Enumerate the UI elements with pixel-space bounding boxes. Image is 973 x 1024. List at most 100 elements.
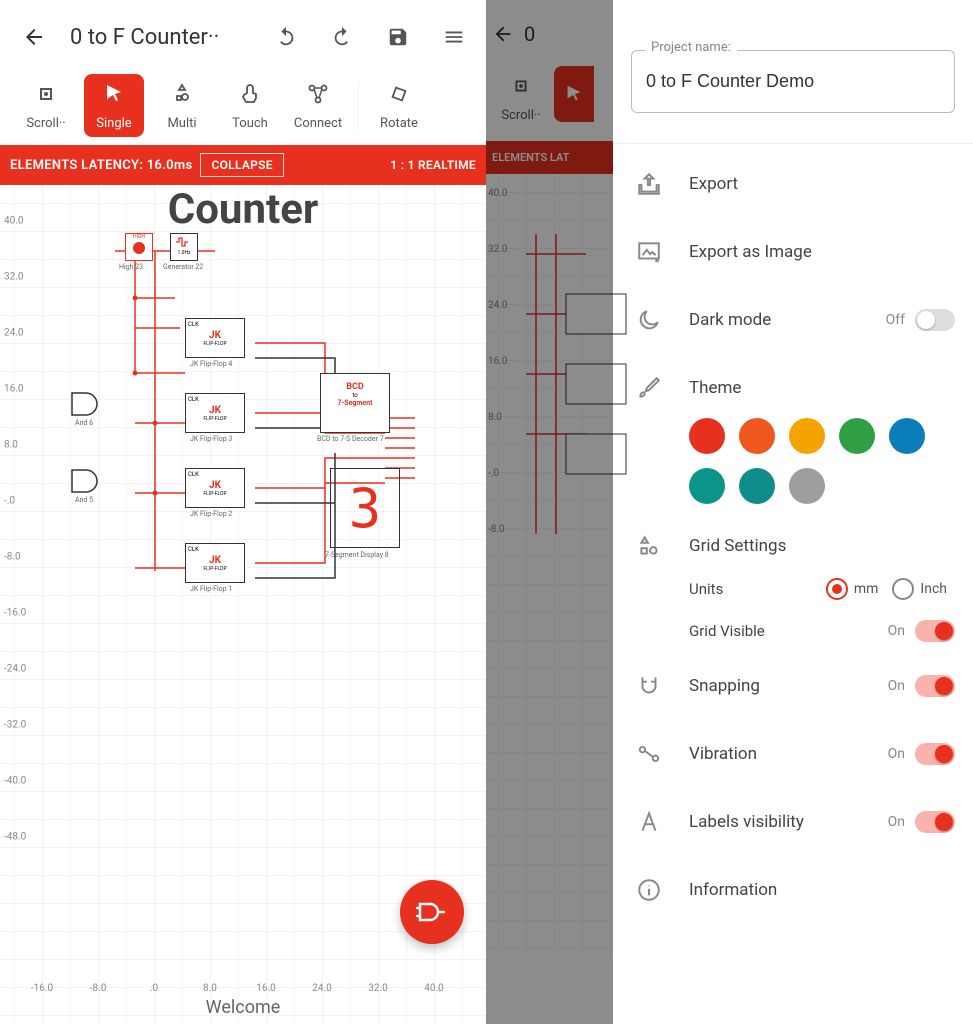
tool-rotate[interactable]: Rotate [365,74,433,137]
cursor-icon [100,80,128,108]
touch-icon [236,80,264,108]
labels-switch[interactable] [915,811,955,833]
export-image-row[interactable]: Export as Image [631,218,955,286]
magnet-icon [631,668,667,704]
tool-toolbar: Scroll·· Single Multi Touch Connect Ro [0,64,486,145]
snapping-state: On [888,678,905,694]
jk-flipflop-1[interactable]: CLKJKFLIP-FLOP [185,543,245,583]
tool-scroll[interactable]: Scroll·· [12,74,80,137]
generator-component[interactable]: 1.0Hz [170,233,198,261]
grid-visible-label: Grid Visible [689,622,888,640]
swatch-amber[interactable] [789,418,825,454]
y-axis: 40.0 32.0 24.0 16.0 8.0 -.0 -8.0 -16.0 -… [0,203,42,984]
export-image-label: Export as Image [689,242,955,262]
vibration-state: On [888,746,905,762]
jk4-label: JK Flip-Flop 4 [190,360,232,368]
jk-flipflop-4[interactable]: CLKJKFLIP-FLOP [185,318,245,358]
welcome-text: Welcome [206,997,281,1018]
jk3-label: JK Flip-Flop 3 [190,435,232,443]
swatch-red[interactable] [689,418,725,454]
snapping-label: Snapping [689,676,866,696]
snapping-switch[interactable] [915,675,955,697]
collapse-button[interactable]: COLLAPSE [200,153,283,177]
labels-label: Labels visibility [689,812,866,832]
vibration-switch[interactable] [915,743,955,765]
information-row[interactable]: Information [631,856,955,924]
jk-flipflop-3[interactable]: CLKJKFLIP-FLOP [185,393,245,433]
export-row[interactable]: Export [631,150,955,218]
grid-visible-state: On [888,623,905,639]
tool-touch[interactable]: Touch [216,74,284,137]
theme-row: Theme [631,354,955,410]
redo-button[interactable] [322,17,362,57]
grid-visible-switch[interactable] [915,620,955,642]
export-icon [631,166,667,202]
latency-value: 16.0ms [147,158,193,173]
vibration-icon [631,736,667,772]
tool-touch-label: Touch [232,116,268,131]
bcd-label: BCD to 7-S Decoder 7 [317,435,384,443]
dark-mode-switch[interactable] [915,309,955,331]
topbar: 0 to F Counter·· [0,0,486,64]
seven-segment-display[interactable]: 3 [330,468,400,548]
back-button[interactable] [12,15,56,59]
multi-icon [168,80,196,108]
swatch-cyan[interactable] [739,468,775,504]
undo-icon [274,26,298,48]
tool-multi[interactable]: Multi [148,74,216,137]
theme-label: Theme [689,378,955,398]
wires [55,233,435,663]
swatch-teal[interactable] [689,468,725,504]
swatch-grey[interactable] [789,468,825,504]
save-icon [387,26,409,48]
menu-icon [443,26,465,48]
add-component-fab[interactable] [400,880,464,944]
tool-connect[interactable]: Connect [284,74,352,137]
undo-button[interactable] [266,17,306,57]
tool-connect-label: Connect [294,116,342,131]
vibration-row: Vibration On [631,720,955,788]
and-gate-6[interactable] [70,391,102,417]
high-component[interactable]: HIGH [125,233,153,261]
connect-icon [304,80,332,108]
bcd-decoder[interactable]: BCD to 7-Segment [320,373,390,433]
tool-single[interactable]: Single [84,74,144,137]
x-axis: -16.0 -8.0 .0 8.0 16.0 24.0 32.0 40.0 [42,974,486,994]
snapping-row: Snapping On [631,652,955,720]
dark-mode-label: Dark mode [689,310,864,330]
radio-mm[interactable] [826,578,848,600]
vibration-label: Vibration [689,744,866,764]
dark-mode-state: Off [886,312,905,328]
grid-settings-label: Grid Settings [689,536,955,556]
units-row: Units mm Inch [631,568,955,610]
swatch-orange[interactable] [739,418,775,454]
swatch-blue[interactable] [889,418,925,454]
save-button[interactable] [378,17,418,57]
seg7-label: 7-Segment Display 8 [325,551,389,559]
tool-rotate-label: Rotate [380,116,418,131]
canvas[interactable]: Counter 40.0 32.0 24.0 16.0 8.0 -.0 -8.0… [0,185,486,1024]
realtime-indicator: 1 : 1 REALTIME [390,158,476,172]
project-title: 0 to F Counter·· [70,25,219,50]
text-icon [631,804,667,840]
and-gate-5[interactable] [70,468,102,494]
menu-button[interactable] [434,17,474,57]
units-label: Units [689,580,826,598]
and5-label: And 5 [75,496,93,504]
grid-settings-row: Grid Settings [631,512,955,568]
redo-icon [330,26,354,48]
grid-visible-row: Grid Visible On [631,610,955,652]
radio-inch[interactable] [892,578,914,600]
rotate-icon [385,80,413,108]
tool-single-label: Single [96,116,131,131]
inch-label: Inch [920,581,947,597]
tool-scroll-label: Scroll·· [26,116,65,131]
swatch-green[interactable] [839,418,875,454]
project-name-field[interactable]: Project name: [631,50,955,113]
jk-flipflop-2[interactable]: CLKJKFLIP-FLOP [185,468,245,508]
dark-mode-row: Dark mode Off [631,286,955,354]
jk2-label: JK Flip-Flop 2 [190,510,232,518]
scroll-icon [32,80,60,108]
high-label: High 23 [119,263,143,271]
project-name-input[interactable] [631,50,955,113]
